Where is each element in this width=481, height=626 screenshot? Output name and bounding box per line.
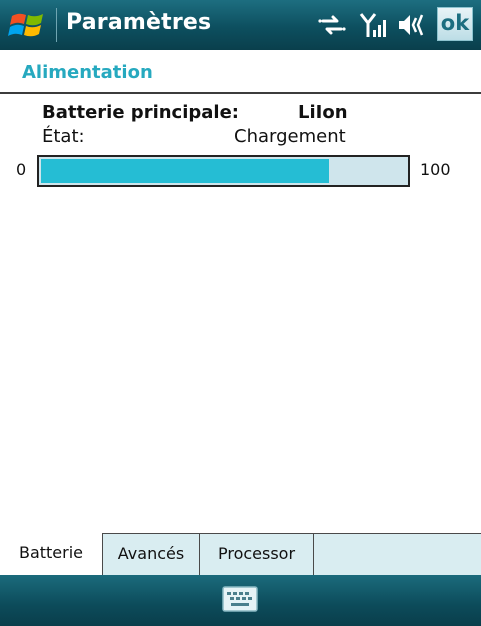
battery-level-fill	[41, 159, 329, 183]
battery-level-bar	[37, 155, 410, 187]
ok-button[interactable]: ok	[437, 7, 473, 41]
battery-bar-max-label: 100	[420, 160, 451, 179]
tab-processor[interactable]: Processor	[200, 534, 314, 576]
battery-state-value: Chargement	[234, 126, 346, 147]
window-title: Paramètres	[66, 10, 212, 35]
tab-strip: Batterie Avancés Processor	[0, 533, 481, 576]
title-bar: Paramètres ok	[0, 0, 481, 50]
keyboard-icon[interactable]	[222, 585, 258, 613]
section-divider	[0, 92, 481, 94]
battery-state-label: État:	[42, 126, 85, 147]
connectivity-icon[interactable]	[317, 10, 347, 40]
menu-bar	[0, 575, 481, 626]
windows-start-icon[interactable]	[8, 6, 48, 44]
title-separator	[56, 8, 57, 42]
tab-avances[interactable]: Avancés	[103, 534, 200, 576]
battery-type-value: LiIon	[298, 102, 348, 123]
signal-icon[interactable]	[358, 10, 388, 40]
main-battery-label: Batterie principale:	[42, 102, 239, 123]
tab-batterie[interactable]: Batterie	[0, 533, 103, 576]
section-title: Alimentation	[22, 62, 153, 83]
battery-bar-min-label: 0	[16, 160, 27, 179]
volume-icon[interactable]	[396, 10, 430, 40]
